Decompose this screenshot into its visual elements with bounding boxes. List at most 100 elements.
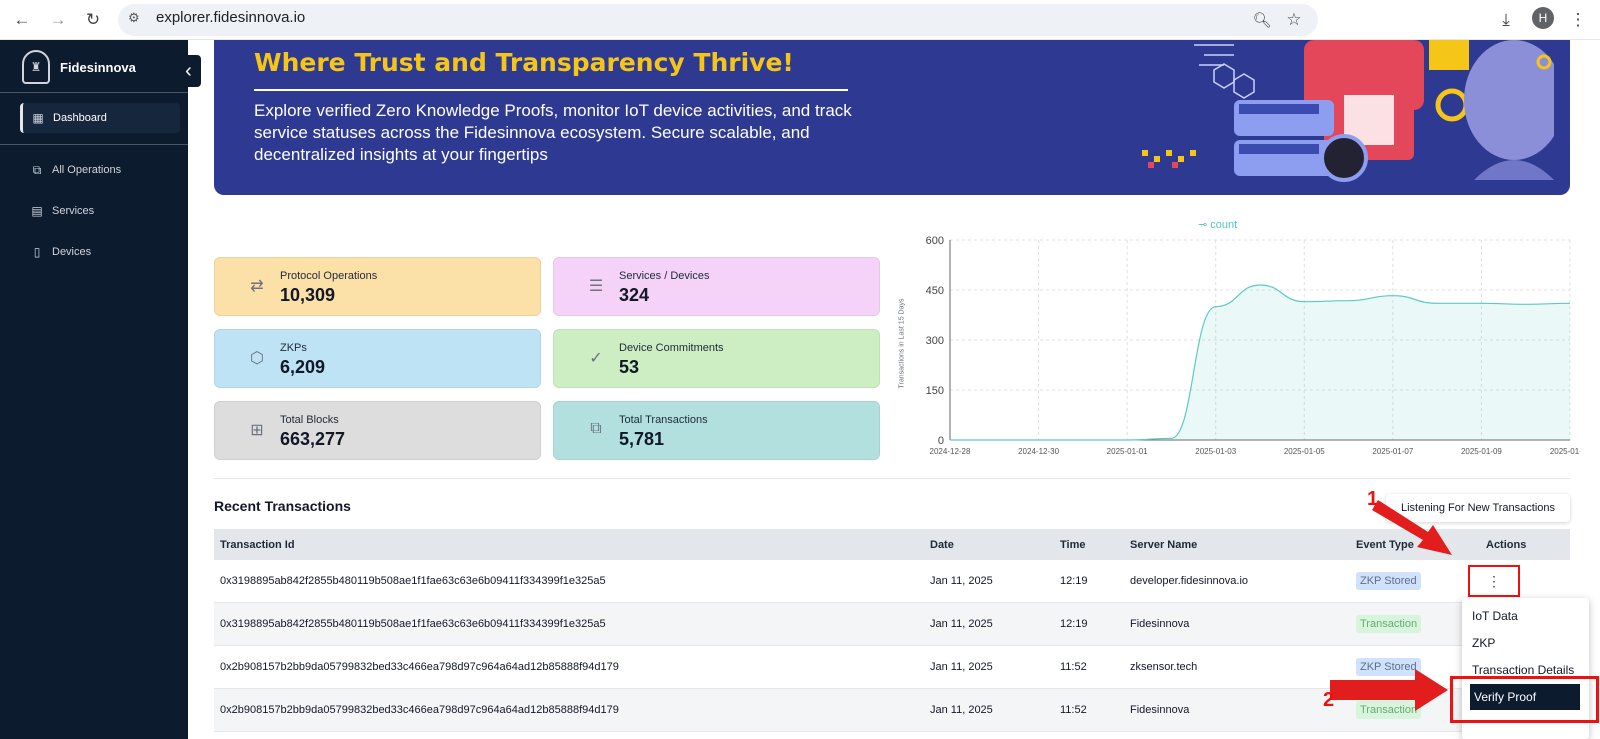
sidebar-item-label: Dashboard <box>53 112 107 124</box>
transaction-id[interactable]: 0x2b908157b2bb9da05799832bed33c466ea798d… <box>220 646 619 688</box>
arrow-step-2 <box>1330 669 1448 711</box>
browser-toolbar: ← → ↻ ⚙ explorer.fidesinnova.io 🔍︎ ☆ ⤓ H… <box>0 0 1600 40</box>
sidebar-item-label: Services <box>52 205 95 217</box>
stat-label: Services / Devices <box>619 270 710 282</box>
transaction-time: 12:19 <box>1060 575 1088 587</box>
phone-icon: ▯ <box>33 245 41 259</box>
stat-value: 663,277 <box>280 429 346 449</box>
stat-card-device-commitments[interactable]: ✓ Device Commitments 53 <box>553 329 880 388</box>
sidebar: ♜ Fidesinnova ▦ Dashboard ⧉ All Operatio… <box>0 40 188 739</box>
transaction-id[interactable]: 0x3198895ab842f2855b480119b508ae1f1fae63… <box>220 560 606 602</box>
transaction-date: Jan 11, 2025 <box>930 661 993 673</box>
y-tick-label: 450 <box>926 285 944 297</box>
y-tick-label: 150 <box>926 385 944 397</box>
hero-description: Explore verified Zero Knowledge Proofs, … <box>254 101 852 164</box>
bookmark-star-icon[interactable]: ☆ <box>1282 8 1306 32</box>
reload-icon[interactable]: ↻ <box>81 8 105 32</box>
col-header-transaction-id[interactable]: Transaction Id <box>220 529 295 560</box>
server-name: developer.fidesinnova.io <box>1130 575 1249 587</box>
stat-value: 5,781 <box>619 429 665 449</box>
transaction-time: 11:52 <box>1060 661 1087 673</box>
annotation-arrows <box>1330 500 1452 711</box>
transaction-id[interactable]: 0x3198895ab842f2855b480119b508ae1f1fae63… <box>220 603 606 645</box>
y-tick-label: 300 <box>926 335 944 347</box>
arrows-icon: ⇄ <box>250 278 264 295</box>
x-tick-label: 2025-01-09 <box>1461 447 1502 456</box>
stat-card-zkps[interactable]: ⬡ ZKPs 6,209 <box>214 329 541 388</box>
site-info-icon[interactable]: ⚙ <box>128 10 140 26</box>
layers-icon: ⧉ <box>32 162 42 177</box>
stat-card-services-devices[interactable]: ☰ Services / Devices 324 <box>553 257 880 316</box>
hero-underline <box>254 89 848 91</box>
transaction-time: 11:52 <box>1060 704 1087 716</box>
server-name: Fidesinnova <box>1130 618 1190 630</box>
col-header-server-name[interactable]: Server Name <box>1130 529 1197 560</box>
step-label-1: 1 <box>1367 488 1379 510</box>
series-area <box>950 285 1570 440</box>
divider <box>0 92 188 93</box>
stat-label: Protocol Operations <box>280 270 378 282</box>
server-name: zksensor.tech <box>1130 661 1198 673</box>
server-icon: ☰ <box>588 278 604 295</box>
divider <box>214 478 1570 479</box>
server-name: Fidesinnova <box>1130 704 1190 716</box>
transaction-date: Jan 11, 2025 <box>930 575 993 587</box>
grid-icon: ▦ <box>32 111 44 125</box>
blocks-icon: ⊞ <box>250 422 264 439</box>
forward-icon[interactable]: → <box>46 8 70 32</box>
x-tick-label: 2025-01-11 <box>1550 447 1580 456</box>
transaction-date: Jan 11, 2025 <box>930 704 993 716</box>
recent-transactions-title: Recent Transactions <box>214 498 351 514</box>
sidebar-item-all-operations[interactable]: ⧉ All Operations <box>20 155 180 185</box>
divider <box>0 144 188 145</box>
stat-card-total-transactions[interactable]: ⧉ Total Transactions 5,781 <box>553 401 880 460</box>
logo-icon: ♜ <box>22 50 50 84</box>
check-icon: ✓ <box>589 350 603 367</box>
col-header-date[interactable]: Date <box>930 529 954 560</box>
transaction-id[interactable]: 0x2b908157b2bb9da05799832bed33c466ea798d… <box>220 689 619 731</box>
stat-value: 53 <box>619 357 640 377</box>
stat-label: ZKPs <box>280 342 307 354</box>
hero-banner: Where Trust and Transparency Thrive! Exp… <box>214 40 1570 195</box>
sidebar-item-services[interactable]: ▤ Services <box>20 196 180 226</box>
sidebar-item-devices[interactable]: ▯ Devices <box>20 237 180 267</box>
x-tick-label: 2025-01-01 <box>1107 447 1148 456</box>
step-label-2: 2 <box>1323 689 1335 711</box>
x-tick-label: 2024-12-28 <box>930 447 971 456</box>
cube-icon: ⬡ <box>250 350 264 367</box>
transaction-date: Jan 11, 2025 <box>930 618 993 630</box>
y-tick-label: 600 <box>926 235 944 247</box>
x-tick-label: 2025-01-05 <box>1284 447 1325 456</box>
transactions-icon: ⧉ <box>590 420 602 437</box>
arrow-step-1 <box>1372 500 1452 555</box>
sidebar-item-dashboard[interactable]: ▦ Dashboard <box>20 103 180 133</box>
document-icon: ▤ <box>31 204 43 218</box>
transaction-time: 12:19 <box>1060 618 1088 630</box>
stat-card-total-blocks[interactable]: ⊞ Total Blocks 663,277 <box>214 401 541 460</box>
avatar[interactable]: H <box>1532 7 1554 29</box>
y-tick-label: 0 <box>938 435 944 447</box>
col-header-time[interactable]: Time <box>1060 529 1085 560</box>
brand[interactable]: ♜ Fidesinnova <box>22 50 136 84</box>
stat-label: Total Transactions <box>619 414 708 426</box>
back-icon[interactable]: ← <box>10 8 34 32</box>
stat-value: 10,309 <box>280 285 336 305</box>
sidebar-item-label: Devices <box>52 246 92 258</box>
brand-name: Fidesinnova <box>60 59 136 75</box>
menu-dots-icon[interactable]: ⋮ <box>1566 8 1590 32</box>
stat-card-protocol-operations[interactable]: ⇄ Protocol Operations 10,309 <box>214 257 541 316</box>
stat-label: Total Blocks <box>280 414 339 426</box>
stat-value: 324 <box>619 285 650 305</box>
x-tick-label: 2024-12-30 <box>1018 447 1059 456</box>
stat-label: Device Commitments <box>619 342 724 354</box>
download-icon[interactable]: ⤓ <box>1494 8 1518 32</box>
extensions-area <box>1322 4 1462 36</box>
transactions-chart: 0 150 300 450 600 2024-12-28 2024-12-30 2025-01… <box>926 235 1580 456</box>
collapse-sidebar-button[interactable]: ‹ <box>176 55 201 87</box>
url-text[interactable]: explorer.fidesinnova.io <box>156 9 305 26</box>
x-tick-label: 2025-01-07 <box>1372 447 1413 456</box>
sidebar-item-label: All Operations <box>52 164 122 176</box>
x-tick-label: 2025-01-03 <box>1195 447 1236 456</box>
zoom-icon[interactable]: 🔍︎ <box>1250 8 1274 32</box>
stat-value: 6,209 <box>280 357 326 377</box>
